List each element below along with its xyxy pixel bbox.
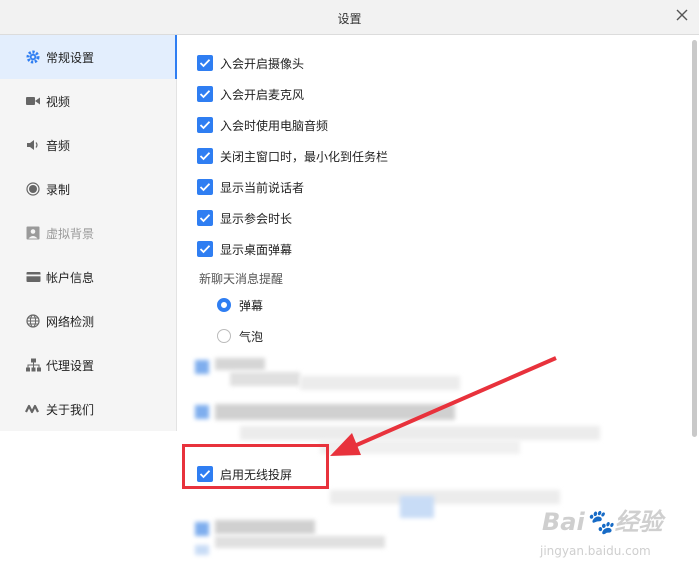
watermark-logo: Bai🐾经验 (542, 508, 663, 536)
watermark-url: jingyan.baidu.com (540, 544, 651, 558)
annotation-arrow (330, 356, 557, 456)
watermark: Bai🐾经验 jingyan.baidu.com (532, 500, 692, 570)
scrollbar-thumb[interactable] (692, 40, 697, 437)
